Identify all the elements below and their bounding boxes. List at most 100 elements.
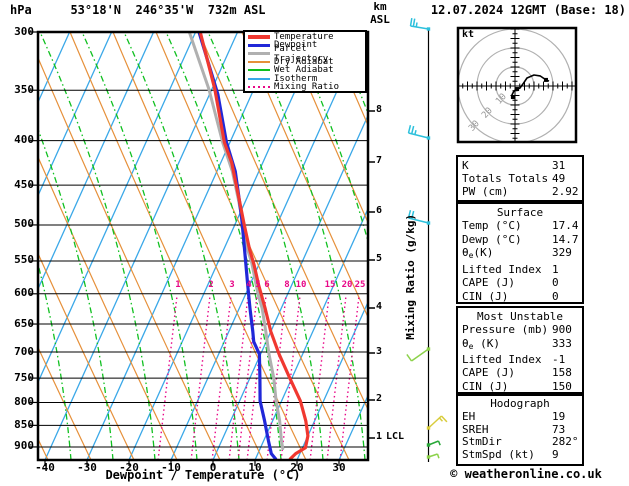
legend-swatch-dotted [248, 85, 270, 88]
pressure-tick-label: 900 [14, 439, 34, 453]
legend-swatch-thin [248, 61, 270, 64]
table-row-value: -1 [552, 352, 566, 366]
table-row-value: 31 [552, 159, 566, 172]
table-title: Surface [496, 206, 544, 219]
mixing-ratio-line [190, 294, 211, 460]
table-row-label: Pressure (mb) [462, 323, 549, 337]
table-row-value: 150 [552, 379, 572, 393]
pressure-tick-label: 300 [14, 24, 34, 38]
temperature-tick-label: 30 [332, 461, 346, 474]
altitude-tick-label: 3 [376, 345, 383, 357]
pressure-tick-label: 350 [14, 82, 34, 96]
pressure-axis-unit: hPa [10, 3, 32, 17]
altitude-tick-label: 5 [376, 252, 383, 264]
table-row-value: 14.7 [552, 232, 579, 246]
isotherm-line [254, 207, 368, 460]
table-row-label: θe (K) [462, 336, 500, 351]
altitude-tick-label: 2 [376, 392, 383, 404]
skewt-sounding-page: hPa 53°18'N 246°35'W 732m ASL km ASL 12.… [0, 0, 629, 486]
table-row-label: K [462, 159, 469, 172]
hodograph-unit-label: kt [462, 29, 475, 40]
mixing-ratio-tick-label: 2 [208, 280, 214, 290]
table-row-label: EH [462, 409, 476, 423]
wind-barb [409, 17, 431, 31]
pressure-tick-label: 550 [14, 253, 34, 267]
table-row: CIN (J) 150 [458, 380, 582, 393]
table-row: Lifted Index 1 [458, 263, 582, 276]
mixing-ratio-tick-label: 10 [295, 280, 307, 290]
table-row-label: StmDir [462, 435, 502, 449]
pressure-tick-label: 600 [14, 286, 34, 300]
legend-swatch-thin [248, 69, 270, 72]
altitude-tick-label: 4 [376, 300, 383, 312]
legend-swatch-thick [248, 43, 270, 48]
table-row: CAPE (J) 158 [458, 366, 582, 379]
table-row-label: Dewp (°C) [462, 232, 522, 246]
pressure-tick-label: 400 [14, 133, 34, 147]
hodograph-marker [543, 77, 548, 82]
table-row: θe (K) 333 [458, 337, 582, 353]
altitude-axis-unit: km [373, 0, 387, 13]
table-row-value: 49 [552, 172, 566, 185]
table-title: Hodograph [490, 397, 550, 410]
temperature-tick-label: -30 [77, 461, 97, 474]
temperature-tick-label: 20 [290, 461, 304, 474]
table-row-label: PW (cm) [462, 185, 509, 198]
legend-label: Mixing Ratio [274, 81, 340, 92]
table-row-label: CIN (J) [462, 289, 509, 303]
table-row-label: CAPE (J) [462, 276, 515, 290]
temperature-tick-label: -10 [161, 461, 181, 474]
isotherm-line [44, 32, 239, 460]
altitude-tick-label: 6 [376, 204, 383, 216]
altitude-tick-label: 1 [376, 430, 383, 442]
table-row: Dewp (°C) 14.7 [458, 233, 582, 246]
table-row: CIN (J) 0 [458, 290, 582, 303]
wind-barb [426, 415, 448, 430]
pressure-tick-label: 650 [14, 316, 34, 330]
table-row: PW (cm) 2.92 [458, 185, 582, 198]
mixing-ratio-tick-label: 6 [264, 280, 270, 290]
pressure-tick-label: 750 [14, 370, 34, 384]
table-row: CAPE (J) 0 [458, 276, 582, 289]
table-row-label: CIN (J) [462, 379, 509, 393]
indices-table-stability: K 31 Totals Totals 49 PW (cm) 2.92 [456, 155, 584, 202]
pressure-tick-label: 500 [14, 217, 34, 231]
hodograph-marker [515, 87, 520, 92]
indices-table-surface: Surface Temp (°C) 17.4 Dewp (°C) 14.7 θe(K) 32… [456, 202, 584, 304]
pressure-tick-label: 850 [14, 417, 34, 431]
table-row-value: 9 [552, 448, 559, 462]
table-row: Temp (°C) 17.4 [458, 219, 582, 232]
table-row: Totals Totals 49 [458, 172, 582, 185]
lcl-marker-label: LCL [386, 431, 405, 442]
table-title: Most Unstable [476, 310, 564, 323]
table-row: Lifted Index -1 [458, 353, 582, 366]
mixing-ratio-line [237, 294, 258, 460]
datetime-label: 12.07.2024 12GMT (Base: 18) [430, 3, 626, 17]
wind-barb [407, 125, 431, 140]
table-row-value: 0 [552, 289, 559, 303]
dry-adiabat-line [38, 56, 221, 460]
table-row-value: 158 [552, 366, 572, 380]
legend: Temperature Dewpoint Parcel Trajectory Dry … [243, 30, 367, 93]
mixing-ratio-line [211, 294, 232, 460]
indices-table-most-unstable: Most Unstable Pressure (mb) 900 θe (K) 333 Li… [456, 306, 584, 394]
legend-item: Mixing Ratio [248, 81, 365, 92]
temperature-tick-label: -40 [35, 461, 55, 474]
legend-swatch-thick [248, 51, 270, 56]
table-row-value: 1 [552, 262, 559, 276]
table-row: Pressure (mb) 900 [458, 323, 582, 336]
mixing-ratio-tick-label: 15 [324, 280, 336, 290]
altitude-tick-label: 8 [376, 103, 383, 115]
table-row-value: 2.92 [552, 185, 579, 198]
table-row: θe(K) 329 [458, 246, 582, 262]
altitude-axis-datum: ASL [370, 13, 390, 26]
table-row-value: 900 [552, 323, 572, 337]
table-row-label: Lifted Index [462, 352, 542, 366]
table-row-value: 17.4 [552, 219, 579, 233]
legend-swatch-thin [248, 77, 270, 80]
dry-adiabat-line [198, 32, 368, 411]
mixing-ratio-tick-label: 3 [229, 280, 235, 290]
mixing-ratio-line [157, 294, 178, 460]
pressure-tick-label: 700 [14, 344, 34, 358]
mixing-ratio-tick-label: 20 [341, 280, 353, 290]
